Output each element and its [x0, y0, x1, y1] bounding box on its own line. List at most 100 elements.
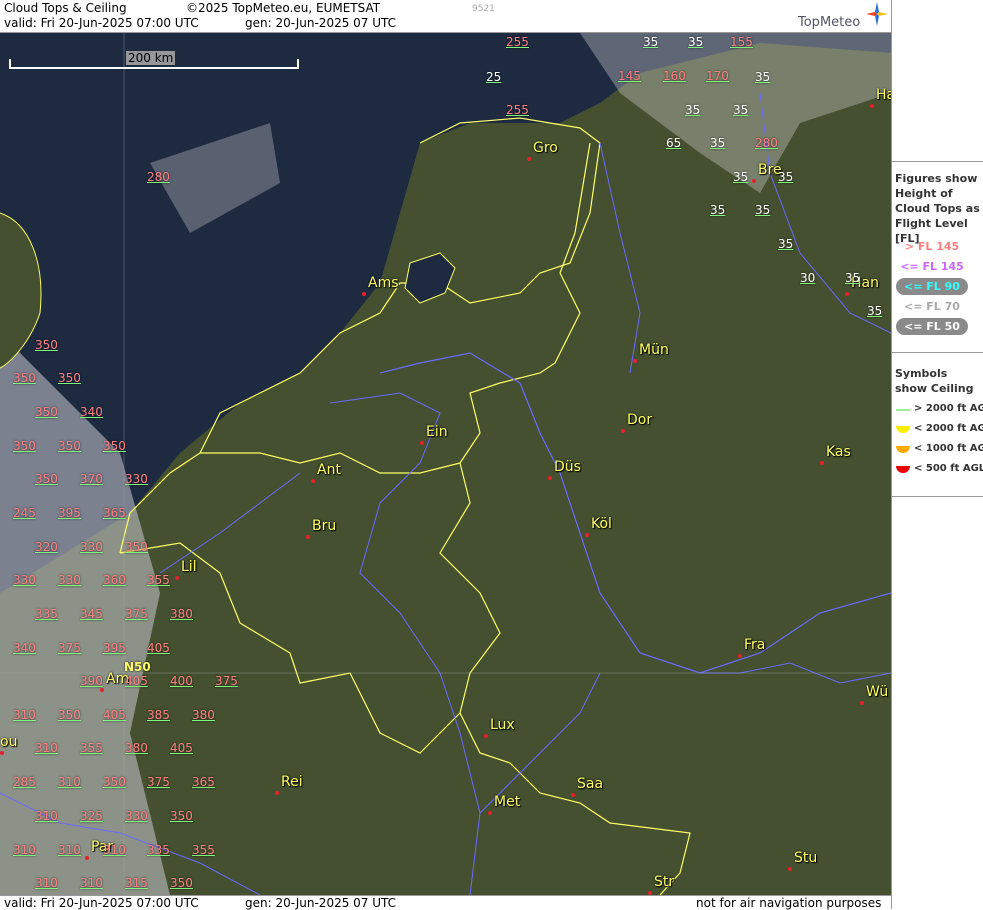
- city-dot-icon: [571, 793, 575, 797]
- cloud-top-label: 35: [733, 103, 749, 117]
- cloud-top-label: 280: [755, 136, 778, 150]
- map-footer: valid: Fri 20-Jun-2025 07:00 UTC gen: 20…: [0, 895, 891, 910]
- border-be-de: [439, 462, 501, 714]
- cloud-top-label: 35: [710, 136, 726, 150]
- cloud-top-label: 380: [170, 607, 193, 621]
- river-moselle: [479, 672, 601, 814]
- cloud-top-label: 365: [103, 506, 126, 520]
- flight-level-legend-item: <= FL 70: [904, 300, 960, 313]
- cloud-top-label: 310: [58, 843, 81, 857]
- cloud-top-label: 255: [506, 103, 529, 117]
- cloud-top-label: 25: [486, 70, 502, 84]
- city-dot-icon: [633, 359, 637, 363]
- cloud-top-label: 340: [80, 405, 103, 419]
- city-dot-icon: [788, 867, 792, 871]
- footer-valid-time: valid: Fri 20-Jun-2025 07:00 UTC: [4, 896, 199, 910]
- river-rhine: [379, 352, 891, 674]
- city-dot-icon: [621, 429, 625, 433]
- cloud-top-label: 360: [103, 573, 126, 587]
- cloud-top-label: 315: [125, 876, 148, 890]
- cloud-top-label: 400: [170, 674, 193, 688]
- city-dot-icon: [527, 157, 531, 161]
- city-name: Lil: [181, 559, 197, 575]
- legend-panel: Figures show Height of Cloud Tops as Fli…: [891, 0, 983, 909]
- city-dot-icon: [85, 856, 89, 860]
- city-dot-icon: [820, 461, 824, 465]
- cloud-top-label: 245: [13, 506, 36, 520]
- cloud-top-label: 35: [688, 35, 704, 49]
- city-name: Ant: [317, 462, 341, 478]
- city-name: ou: [0, 734, 18, 750]
- city-dot-icon: [420, 441, 424, 445]
- cloud-top-label: 310: [35, 809, 58, 823]
- cloud-top-label: 35: [755, 203, 771, 217]
- border-nl-de: [459, 142, 591, 464]
- border-be-fr: [119, 542, 461, 754]
- legend-divider: [892, 496, 983, 497]
- city-name: Ham: [876, 87, 891, 103]
- river-meuse: [329, 392, 481, 895]
- city-dot-icon: [860, 701, 864, 705]
- ceiling-legend-label: > 2000 ft AGL: [914, 403, 983, 414]
- city-dot-icon: [175, 576, 179, 580]
- cloud-top-label: 330: [13, 573, 36, 587]
- cloud-top-label: 350: [125, 540, 148, 554]
- cloud-top-label: 35: [755, 70, 771, 84]
- cloud-top-label: 285: [13, 775, 36, 789]
- ceiling-symbol-icon: [896, 446, 910, 453]
- brand-logo-text: TopMeteo: [798, 15, 861, 30]
- city-name: Str: [654, 874, 675, 890]
- city-name: Wü: [866, 684, 889, 700]
- cloud-top-label: 380: [192, 708, 215, 722]
- map-title: Cloud Tops & Ceiling: [4, 1, 127, 15]
- city-name: Lux: [490, 717, 515, 733]
- cloud-top-label: 310: [58, 775, 81, 789]
- ceiling-legend-label: < 500 ft AGL: [914, 463, 983, 474]
- cloud-top-label: 35: [685, 103, 701, 117]
- city-name: Ams: [368, 275, 399, 291]
- ceiling-legend-label: < 2000 ft AGL: [914, 423, 983, 434]
- city-name: Gro: [533, 140, 558, 156]
- cloud-top-label: 380: [125, 741, 148, 755]
- cloud-top-label: 340: [13, 641, 36, 655]
- city-name: Düs: [554, 459, 581, 475]
- cloud-top-label: 280: [147, 170, 170, 184]
- city-dot-icon: [484, 734, 488, 738]
- cloud-top-label: 330: [80, 540, 103, 554]
- cloud-top-label: 370: [80, 472, 103, 486]
- cloud-top-label: 145: [618, 69, 641, 83]
- cloud-top-label: 35: [778, 237, 794, 251]
- cloud-top-label: 350: [58, 708, 81, 722]
- city-dot-icon: [870, 104, 874, 108]
- city-name: Mün: [639, 342, 669, 358]
- cloud-top-label: 330: [58, 573, 81, 587]
- cloud-top-label: 255: [506, 35, 529, 49]
- satellite-map[interactable]: 200 km N50 HamGroBreAmsHanMünEinDorAntDü…: [0, 33, 891, 895]
- ceiling-legend-label: < 1000 ft AGL: [914, 443, 983, 454]
- cloud-top-label: 350: [13, 439, 36, 453]
- city-name: Met: [494, 794, 521, 810]
- ceiling-symbol-icon: [896, 409, 910, 411]
- city-dot-icon: [362, 292, 366, 296]
- cloud-top-label: 355: [147, 573, 170, 587]
- ceiling-legend-item: > 2000 ft AGL: [894, 403, 983, 417]
- city-name: Saa: [577, 776, 604, 792]
- city-dot-icon: [845, 292, 849, 296]
- city-name: Fra: [744, 637, 766, 653]
- cloud-top-label: 310: [13, 843, 36, 857]
- city-dot-icon: [488, 811, 492, 815]
- cloud-top-label: 350: [103, 439, 126, 453]
- city-name: Köl: [591, 516, 612, 532]
- cloud-top-label: 350: [35, 338, 58, 352]
- image-code: 9521: [472, 4, 495, 14]
- cloud-top-label: 375: [147, 775, 170, 789]
- symbols-legend-title: Symbols show Ceiling: [895, 367, 974, 395]
- flight-level-legend-item: <= FL 90: [896, 278, 968, 295]
- legend-divider: [892, 352, 983, 353]
- river-scheldt: [159, 472, 301, 574]
- cloud-top-label: 350: [170, 876, 193, 890]
- cloud-top-label: 310: [35, 741, 58, 755]
- ceiling-symbol-icon: [896, 426, 910, 433]
- ijsselmeer-outline: [404, 252, 456, 304]
- cloud-top-label: 35: [710, 203, 726, 217]
